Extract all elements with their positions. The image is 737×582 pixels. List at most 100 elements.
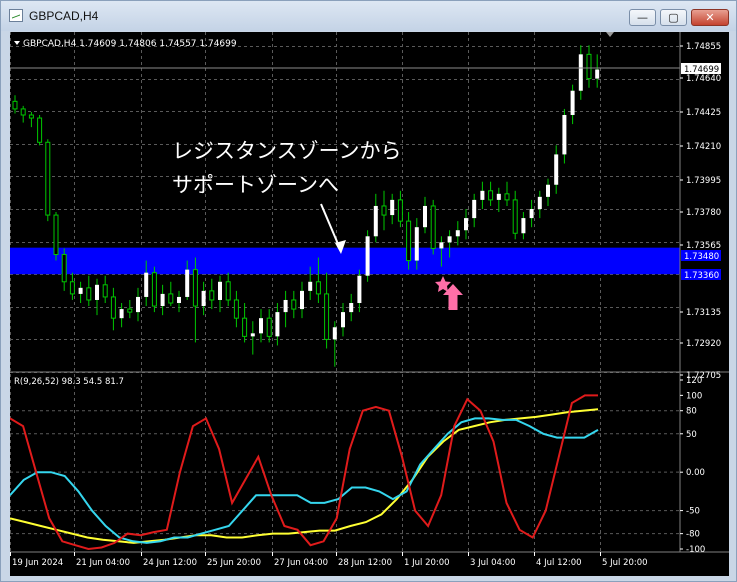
candle-body	[562, 114, 567, 155]
rci-tick-label: -80	[686, 530, 700, 540]
candle-body	[554, 154, 559, 185]
candle-body	[102, 284, 108, 298]
minimize-button[interactable]: —	[629, 9, 656, 26]
candle-body	[136, 296, 140, 313]
rci-tick-label: -50	[686, 507, 700, 517]
candle-body	[504, 193, 510, 201]
candle-body	[119, 309, 124, 319]
candle-body	[529, 209, 534, 219]
maximize-button[interactable]: ▢	[660, 9, 687, 26]
candle-body	[78, 287, 83, 294]
candle-body	[151, 272, 157, 307]
candle-body	[69, 281, 75, 295]
rci-tick-label: 50	[686, 430, 697, 440]
time-tick-label: 27 Jun 04:00	[274, 558, 328, 568]
time-tick-label: 5 Jul 20:00	[602, 558, 648, 568]
time-tick-label: 19 Jun 2024	[12, 558, 63, 568]
candle-body	[472, 199, 477, 219]
candle-body	[390, 199, 395, 216]
candle-body	[291, 299, 297, 310]
price-tick-label: 1.73565	[686, 241, 721, 251]
rci-mid-line	[9, 417, 599, 544]
candle-body	[95, 284, 99, 300]
candle-body	[45, 141, 51, 216]
candle-body	[225, 281, 231, 301]
candle-body	[168, 293, 174, 304]
support-resistance-zone	[10, 247, 680, 275]
rci-axis: 120 100 80 50 0.00 -50 -80 -100	[10, 376, 705, 555]
chart-canvas[interactable]: GBPCAD,H4 1.74609 1.74806 1.74557 1.7469…	[9, 32, 729, 576]
candles	[12, 45, 600, 367]
title-bar[interactable]: GBPCAD,H4 — ▢ ✕	[1, 1, 736, 31]
candle-body	[61, 253, 67, 283]
candle-body	[218, 281, 222, 300]
candle-body	[488, 190, 494, 201]
zone-bottom-price-label: 1.73360	[684, 271, 719, 281]
candle-body	[275, 312, 280, 337]
chart-area[interactable]: GBPCAD,H4 1.74609 1.74806 1.74557 1.7469…	[9, 32, 729, 576]
current-price-label: 1.74699	[684, 65, 719, 75]
candle-body	[586, 53, 592, 80]
candle-body	[300, 290, 304, 310]
price-tick-label: 1.73135	[686, 308, 721, 318]
rci-tick-label: 0.00	[686, 468, 705, 478]
candle-body	[480, 190, 485, 200]
candle-body	[381, 205, 387, 216]
candle-body	[332, 327, 337, 340]
annotation-line-2: サポートゾーンへ	[172, 173, 339, 197]
candle-body	[20, 108, 26, 116]
price-tick-label: 1.73995	[686, 176, 721, 186]
candle-body	[423, 205, 427, 228]
time-tick-label: 28 Jun 12:00	[338, 558, 392, 568]
candle-body	[315, 281, 321, 295]
price-tick-label: 1.74425	[686, 108, 721, 118]
info-collapse-icon[interactable]	[14, 41, 20, 45]
time-tick-label: 21 Jun 04:00	[76, 558, 130, 568]
chart-app-icon	[9, 9, 23, 22]
candle-body	[185, 269, 190, 297]
candle-body	[349, 303, 354, 313]
price-tick-label: 1.72920	[686, 339, 721, 349]
candle-body	[259, 318, 263, 334]
price-tick-label: 1.74640	[686, 74, 721, 84]
candle-body	[570, 90, 575, 115]
price-info-label: GBPCAD,H4 1.74609 1.74806 1.74557 1.7469…	[23, 39, 237, 49]
time-tick-label: 1 Jul 20:00	[404, 558, 450, 568]
candle-body	[53, 214, 59, 255]
candle-body	[37, 117, 43, 143]
candle-body	[595, 69, 600, 79]
candle-body	[201, 290, 206, 307]
time-tick-label: 4 Jul 12:00	[536, 558, 582, 568]
candle-body	[127, 308, 133, 313]
candle-body	[242, 317, 248, 337]
rci-tick-label: 100	[686, 391, 702, 401]
candle-body	[357, 275, 362, 304]
candle-body	[144, 272, 149, 297]
candle-body	[430, 205, 436, 249]
price-tick-label: 1.73780	[686, 208, 721, 218]
close-button[interactable]: ✕	[691, 9, 729, 26]
price-tick-label: 1.74855	[686, 42, 721, 52]
zone-top-price-label: 1.73480	[684, 252, 719, 262]
terminal-window: GBPCAD,H4 — ▢ ✕ GBPCAD,H4 1.74609 1.7480…	[0, 0, 737, 582]
time-tick-label: 25 Jun 20:00	[207, 558, 261, 568]
candle-body	[233, 299, 239, 319]
window-title: GBPCAD,H4	[29, 9, 99, 23]
candle-body	[324, 293, 330, 340]
candle-body	[177, 296, 181, 304]
candle-body	[546, 184, 550, 197]
candle-body	[439, 242, 444, 249]
candle-body	[397, 199, 403, 222]
candle-body	[308, 281, 313, 291]
candle-body	[447, 236, 452, 243]
candle-body	[455, 230, 460, 237]
time-tick-label: 24 Jun 12:00	[143, 558, 197, 568]
annotation-line-1: レジスタンスゾーンから	[172, 139, 402, 163]
candle-body	[160, 293, 165, 307]
chart-shift-marker-icon[interactable]	[606, 32, 614, 37]
rci-tick-label: 120	[686, 376, 702, 386]
candle-body	[496, 193, 501, 200]
candle-body	[464, 218, 468, 231]
price-axis: 1.74855 1.74640 1.74425 1.74210 1.73995 1.737…	[680, 42, 721, 381]
candle-body	[406, 220, 412, 262]
